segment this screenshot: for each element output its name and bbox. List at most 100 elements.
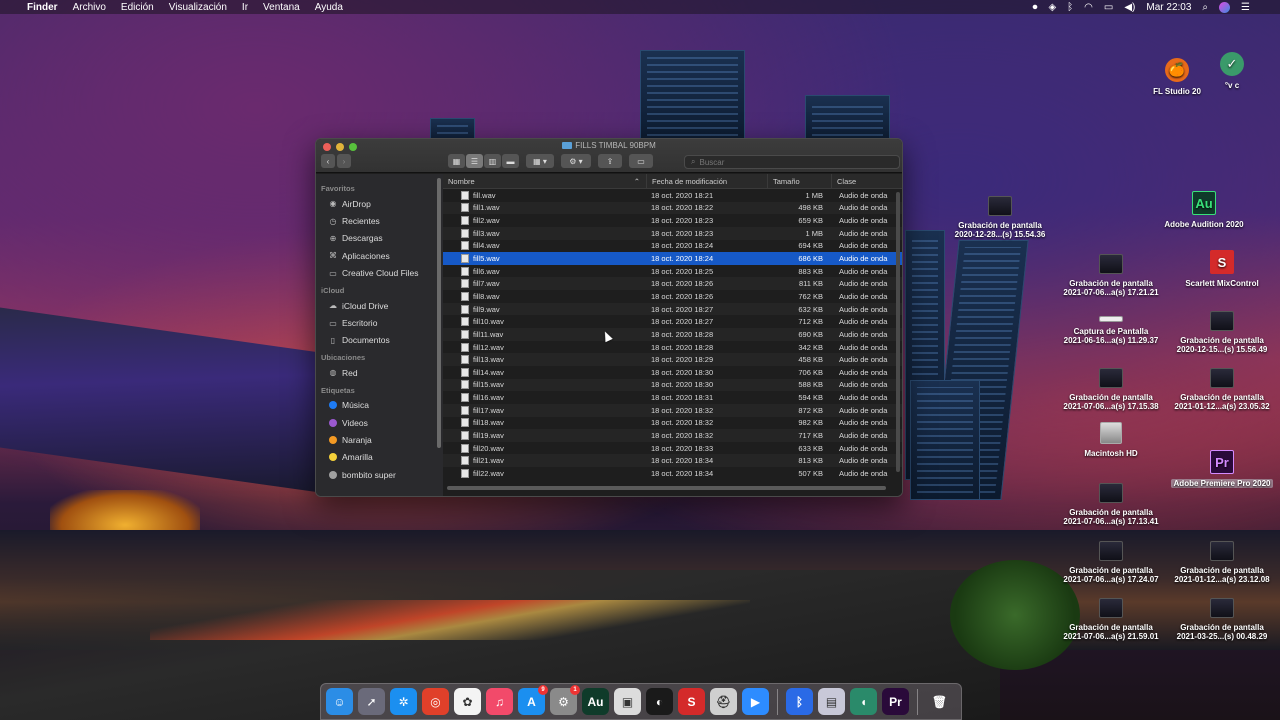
- bluetooth-icon[interactable]: ᛒ: [786, 688, 813, 715]
- table-row[interactable]: fill17.wav 18 oct. 2020 18:32 872 KB Audio …: [443, 403, 902, 417]
- table-row[interactable]: fill10.wav 18 oct. 2020 18:27 712 KB Audio …: [443, 315, 902, 328]
- back-button[interactable]: ‹: [321, 154, 335, 168]
- desktop-icon-scarlett[interactable]: S Scarlett MixControl: [1167, 250, 1277, 288]
- gallery-view-button[interactable]: ▬: [502, 154, 519, 168]
- sidebar-item-red[interactable]: ◍ Red: [316, 364, 443, 381]
- menu-ventana[interactable]: Ventana: [263, 2, 300, 13]
- table-row[interactable]: fill7.wav 18 oct. 2020 18:26 811 KB Audio d…: [443, 277, 902, 291]
- trash-icon[interactable]: 🗑: [926, 688, 953, 715]
- action-button[interactable]: ⚙ ▾: [561, 154, 591, 168]
- desktop-icon-audition[interactable]: Au Adobe Audition 2020: [1149, 191, 1259, 229]
- chrome-icon[interactable]: ◎: [422, 688, 449, 715]
- title-bar[interactable]: FILLS TIMBAL 90BPM ‹ › ▦ ☰ ▥ ▬ ▦ ▾ ⚙ ▾ ⇪…: [316, 139, 902, 173]
- finder-icon[interactable]: ☺: [326, 688, 353, 715]
- sidebar-item-descargas[interactable]: ⊕ Descargas: [316, 230, 443, 247]
- sidebar-item-icloud-drive[interactable]: ☁ iCloud Drive: [316, 297, 443, 314]
- menu-ayuda[interactable]: Ayuda: [315, 2, 343, 13]
- zoom-icon[interactable]: ▶: [742, 688, 769, 715]
- desktop-icon-grab10[interactable]: Grabación de pantalla 2021-03-25...(s) 0…: [1167, 598, 1277, 641]
- table-row[interactable]: fill4.wav 18 oct. 2020 18:24 694 KB Audio d…: [443, 240, 902, 253]
- column-header-size[interactable]: Tamaño: [767, 174, 831, 188]
- table-row[interactable]: fill.wav 18 oct. 2020 18:21 1 MB Audio de o…: [443, 189, 902, 202]
- desktop-icon-grab6[interactable]: Grabación de pantalla 2021-07-06...a(s) …: [1056, 483, 1166, 526]
- desktop-icon-grab4[interactable]: Grabación de pantalla 2021-07-06...a(s) …: [1056, 368, 1166, 411]
- icon-view-button[interactable]: ▦: [448, 154, 465, 168]
- app-store-icon[interactable]: A9: [518, 685, 548, 715]
- photos-icon[interactable]: ✿: [454, 688, 481, 715]
- column-header-name[interactable]: Nombre ⌃: [443, 174, 646, 188]
- premiere-icon[interactable]: Pr: [882, 688, 909, 715]
- menu-edicion[interactable]: Edición: [121, 2, 154, 13]
- table-row[interactable]: fill9.wav 18 oct. 2020 18:27 632 KB Audio d…: [443, 302, 902, 316]
- desktop-icon-macintosh-hd[interactable]: Macintosh HD: [1056, 422, 1166, 458]
- sidebar-scrollbar[interactable]: [437, 178, 441, 448]
- table-row[interactable]: fill5.wav 18 oct. 2020 18:24 686 KB Audio d…: [443, 252, 902, 265]
- table-row[interactable]: fill3.wav 18 oct. 2020 18:23 1 MB Audio de …: [443, 226, 902, 240]
- bluetooth-status-icon[interactable]: ᛒ: [1067, 2, 1073, 13]
- siri-icon[interactable]: [1219, 1, 1231, 13]
- safari-icon[interactable]: ✲: [390, 688, 417, 715]
- menu-archivo[interactable]: Archivo: [73, 2, 106, 13]
- sidebar-item-amarilla[interactable]: Amarilla: [316, 449, 443, 466]
- desktop-icon-grab7[interactable]: Grabación de pantalla 2021-07-06...a(s) …: [1056, 541, 1166, 584]
- column-header-kind[interactable]: Clase: [831, 174, 901, 188]
- list-view-button[interactable]: ☰: [466, 154, 483, 168]
- table-row[interactable]: fill8.wav 18 oct. 2020 18:26 762 KB Audio d…: [443, 290, 902, 303]
- notification-center-icon[interactable]: ☰: [1241, 2, 1250, 13]
- desktop-icon-captura[interactable]: Captura de Pantalla 2021-06-16...a(s) 11…: [1056, 316, 1166, 345]
- desktop-icon-grab5[interactable]: Grabación de pantalla 2021-01-12...a(s) …: [1167, 368, 1277, 411]
- disk-utility-icon[interactable]: ⛑: [710, 688, 737, 715]
- scarlett-icon[interactable]: S: [678, 688, 705, 715]
- sidebar-item-música[interactable]: Música: [316, 397, 443, 414]
- column-view-button[interactable]: ▥: [484, 154, 501, 168]
- volume-icon[interactable]: ◀): [1124, 2, 1135, 13]
- sidebar-item-recientes[interactable]: ◷ Recientes: [316, 212, 443, 229]
- sidebar-item-naranja[interactable]: Naranja: [316, 431, 443, 448]
- table-row[interactable]: fill18.wav 18 oct. 2020 18:32 982 KB Audio …: [443, 417, 902, 430]
- record-icon[interactable]: ⏺: [1032, 2, 1037, 13]
- search-input[interactable]: ⌕ Buscar: [684, 155, 900, 169]
- wave-icon[interactable]: ◈: [1048, 2, 1056, 13]
- table-row[interactable]: fill14.wav 18 oct. 2020 18:30 706 KB Audio …: [443, 366, 902, 379]
- desktop-icon-vc[interactable]: ✓ °v c: [1177, 52, 1280, 90]
- sidebar-item-creative-cloud-files[interactable]: ▭ Creative Cloud Files: [316, 265, 443, 282]
- table-row[interactable]: fill20.wav 18 oct. 2020 18:33 633 KB Audio …: [443, 442, 902, 455]
- sidebar-item-bombito-super[interactable]: bombito super: [316, 466, 443, 483]
- table-row[interactable]: fill19.wav 18 oct. 2020 18:32 717 KB Audio …: [443, 429, 902, 442]
- table-row[interactable]: fill11.wav 18 oct. 2020 18:28 690 KB Audio …: [443, 328, 902, 341]
- table-row[interactable]: fill22.wav 18 oct. 2020 18:34 507 KB Audio …: [443, 467, 902, 480]
- table-row[interactable]: fill13.wav 18 oct. 2020 18:29 458 KB Audio …: [443, 353, 902, 366]
- sidebar-item-aplicaciones[interactable]: ⌘ Aplicaciones: [316, 247, 443, 264]
- music-icon[interactable]: ♫: [486, 688, 513, 715]
- desktop-icon-grab8[interactable]: Grabación de pantalla 2021-01-12...a(s) …: [1167, 541, 1277, 584]
- vertical-scrollbar[interactable]: [896, 192, 900, 472]
- table-row[interactable]: fill16.wav 18 oct. 2020 18:31 594 KB Audio …: [443, 391, 902, 404]
- table-row[interactable]: fill2.wav 18 oct. 2020 18:23 659 KB Audio d…: [443, 214, 902, 227]
- launchpad-icon[interactable]: ➚: [358, 688, 385, 715]
- sidebar-item-airdrop[interactable]: ◉ AirDrop: [316, 195, 443, 212]
- desktop-icon-grab9[interactable]: Grabación de pantalla 2021-07-06...a(s) …: [1056, 598, 1166, 641]
- table-row[interactable]: fill6.wav 18 oct. 2020 18:25 883 KB Audio d…: [443, 265, 902, 278]
- sidebar-item-videos[interactable]: Videos: [316, 414, 443, 431]
- airplay-icon[interactable]: ▭: [1104, 2, 1113, 13]
- system-preferences-icon[interactable]: ⚙ 1: [550, 685, 580, 715]
- desktop-icon-grab2[interactable]: Grabación de pantalla 2021-07-06...a(s) …: [1056, 254, 1166, 297]
- menu-visualizacion[interactable]: Visualización: [169, 2, 227, 13]
- horizontal-scrollbar[interactable]: [447, 486, 886, 490]
- tag-button[interactable]: ▭: [629, 154, 653, 168]
- group-button[interactable]: ▦ ▾: [526, 154, 554, 168]
- speed-icon[interactable]: ◐: [646, 688, 673, 715]
- share-button[interactable]: ⇪: [598, 154, 622, 168]
- menu-app-finder[interactable]: Finder: [27, 2, 58, 13]
- edge-icon[interactable]: ◖: [850, 688, 877, 715]
- desktop-icon-premiere[interactable]: Pr Adobe Premiere Pro 2020: [1167, 450, 1277, 488]
- clock[interactable]: Mar 22:03: [1146, 2, 1191, 13]
- table-row[interactable]: fill12.wav 18 oct. 2020 18:28 342 KB Audio …: [443, 341, 902, 354]
- table-row[interactable]: fill1.wav 18 oct. 2020 18:22 498 KB Audio d…: [443, 201, 902, 215]
- menu-ir[interactable]: Ir: [242, 2, 248, 13]
- spotlight-icon[interactable]: ⌕: [1202, 2, 1208, 13]
- column-header-date[interactable]: Fecha de modificación: [646, 174, 767, 188]
- table-row[interactable]: fill21.wav 18 oct. 2020 18:34 813 KB Audio …: [443, 454, 902, 468]
- screenshot-icon[interactable]: ▤: [818, 688, 845, 715]
- audition-icon[interactable]: Au: [582, 688, 609, 715]
